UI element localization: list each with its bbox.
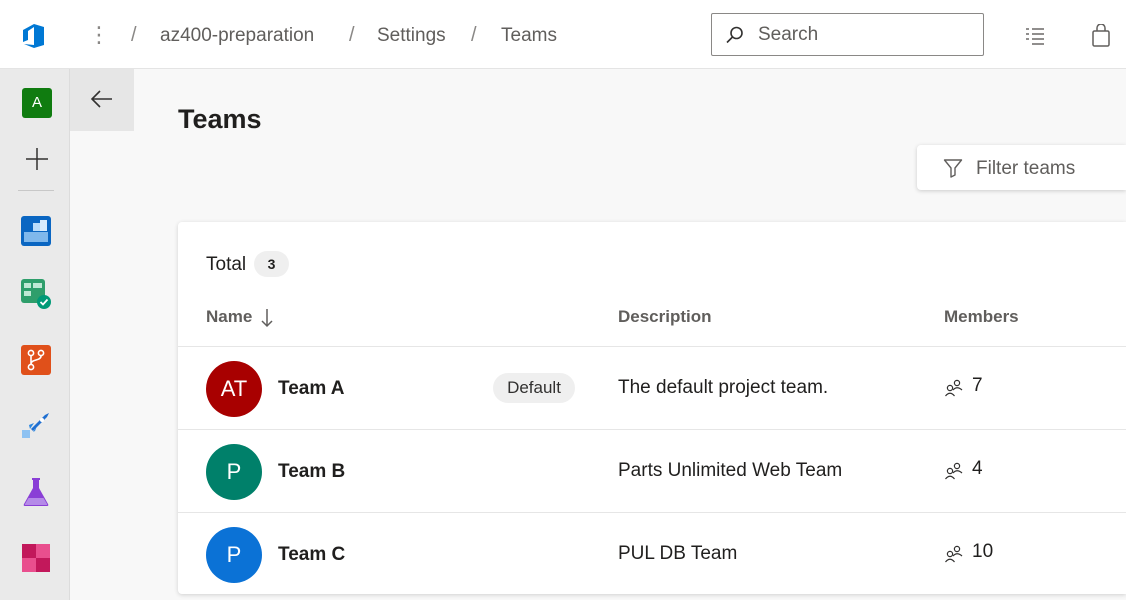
breadcrumb-teams[interactable]: Teams (501, 25, 557, 47)
column-header-members[interactable]: Members (944, 307, 1019, 327)
search-input[interactable] (756, 22, 970, 48)
azure-devops-logo-icon[interactable] (20, 22, 48, 50)
team-avatar: P (206, 527, 262, 583)
page-title: Teams (178, 104, 262, 134)
arrow-left-icon (90, 90, 112, 108)
back-button[interactable] (70, 69, 134, 131)
breadcrumb-settings[interactable]: Settings (377, 25, 446, 47)
team-description: Parts Unlimited Web Team (618, 460, 843, 481)
breadcrumb-separator: / (131, 24, 137, 46)
members-icon (945, 462, 963, 480)
repos-icon[interactable] (20, 344, 52, 376)
members-count: 4 (972, 458, 983, 479)
team-name[interactable]: Team B (278, 461, 345, 483)
overview-dashboard-icon[interactable] (20, 215, 52, 247)
column-header-description[interactable]: Description (618, 307, 712, 327)
rail-divider (18, 190, 54, 191)
boards-icon[interactable] (20, 278, 52, 310)
marketplace-bag-icon[interactable] (1090, 24, 1112, 48)
project-avatar[interactable]: A (22, 88, 52, 118)
search-icon (726, 26, 743, 44)
members-count: 10 (972, 541, 994, 562)
breadcrumb-separator: / (349, 24, 355, 46)
pipelines-icon[interactable] (20, 410, 52, 442)
team-name[interactable]: Team A (278, 378, 345, 400)
default-badge: Default (493, 373, 575, 403)
teams-table-card: Total 3 Name Description Members AT Team… (178, 222, 1126, 594)
members-count: 7 (972, 375, 983, 396)
top-bar: ⋮ / az400-preparation / Settings / Teams (0, 0, 1126, 69)
members-icon (945, 379, 963, 397)
members-icon (945, 545, 963, 563)
more-actions-icon[interactable]: ⋮ (88, 18, 110, 52)
test-plans-icon[interactable] (20, 476, 52, 508)
team-avatar: AT (206, 361, 262, 417)
team-row[interactable]: P Team B Parts Unlimited Web Team 4 (178, 429, 1126, 511)
team-row[interactable]: P Team C PUL DB Team 10 (178, 512, 1126, 594)
total-count-badge: 3 (254, 251, 289, 277)
team-name[interactable]: Team C (278, 544, 345, 566)
filter-icon (943, 159, 963, 178)
total-label: Total (206, 254, 247, 275)
filter-teams-box[interactable]: Filter teams (917, 145, 1126, 190)
artifacts-icon[interactable] (20, 542, 52, 574)
add-icon[interactable] (24, 146, 50, 172)
filter-teams-placeholder: Filter teams (976, 158, 1076, 179)
breadcrumb-project[interactable]: az400-preparation (160, 25, 314, 47)
breadcrumb-separator: / (471, 24, 477, 46)
team-description: The default project team. (618, 377, 829, 398)
team-row[interactable]: AT Team A Default The default project te… (178, 346, 1126, 428)
work-items-list-icon[interactable] (1024, 24, 1046, 46)
search-box[interactable] (711, 13, 984, 56)
team-description: PUL DB Team (618, 543, 738, 564)
sort-descending-icon[interactable] (260, 308, 274, 328)
team-avatar: P (206, 444, 262, 500)
column-header-name[interactable]: Name (206, 307, 252, 327)
